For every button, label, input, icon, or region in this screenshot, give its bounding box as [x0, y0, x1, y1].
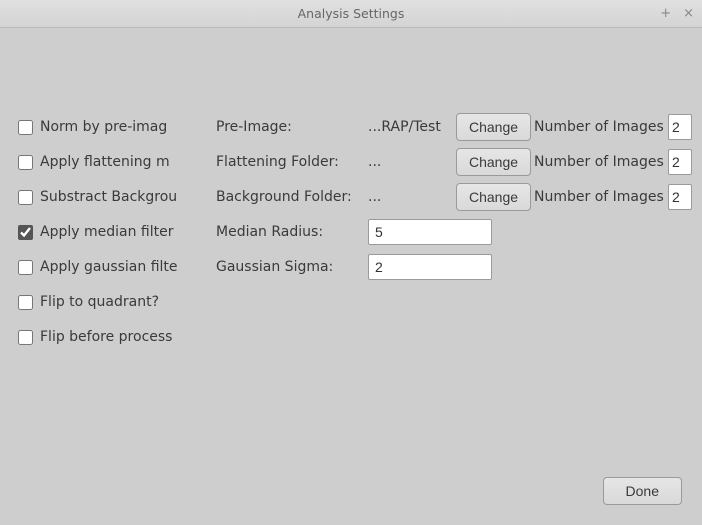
flip-quadrant-check[interactable] — [18, 295, 33, 310]
gaussian-filter-check[interactable] — [18, 260, 33, 275]
close-icon[interactable]: × — [683, 6, 694, 21]
flip-before-check[interactable] — [18, 330, 33, 345]
flattening-check[interactable] — [18, 155, 33, 170]
norm-preimage-label: Norm by pre-imag — [40, 119, 167, 135]
change-flattening-button[interactable]: Change — [456, 148, 531, 176]
bg-numlabel: Number of Images us — [534, 183, 690, 211]
median-filter-check[interactable] — [18, 225, 33, 240]
bg-path: ... — [368, 183, 448, 211]
flattening-param-label: Flattening Folder: — [216, 148, 376, 176]
flattening-path: ... — [368, 148, 448, 176]
gaussian-sigma-input[interactable] — [368, 254, 492, 280]
norm-preimage-check[interactable] — [18, 120, 33, 135]
titlebar: Analysis Settings + × — [0, 0, 702, 28]
median-filter-checkbox[interactable]: Apply median filter — [18, 224, 178, 240]
change-preimage-button[interactable]: Change — [456, 113, 531, 141]
window-title: Analysis Settings — [298, 6, 405, 21]
subtract-bg-check[interactable] — [18, 190, 33, 205]
preimage-param-label: Pre-Image: — [216, 113, 376, 141]
subtract-bg-checkbox[interactable]: Substract Backgrou — [18, 189, 178, 205]
gaussian-param-label: Gaussian Sigma: — [216, 253, 376, 281]
median-filter-label: Apply median filter — [40, 224, 173, 240]
flattening-numimages-input[interactable] — [668, 149, 692, 175]
window-controls: + × — [660, 0, 694, 27]
flattening-label: Apply flattening m — [40, 154, 170, 170]
flip-before-checkbox[interactable]: Flip before process — [18, 329, 178, 345]
flattening-checkbox[interactable]: Apply flattening m — [18, 154, 178, 170]
subtract-bg-label: Substract Backgrou — [40, 189, 177, 205]
done-button[interactable]: Done — [603, 477, 682, 505]
flattening-numlabel: Number of Images us — [534, 148, 690, 176]
bg-numimages-input[interactable] — [668, 184, 692, 210]
median-radius-input[interactable] — [368, 219, 492, 245]
median-param-label: Median Radius: — [216, 218, 376, 246]
preimage-numlabel: Number of Images us — [534, 113, 690, 141]
flip-before-label: Flip before process — [40, 329, 172, 345]
bg-param-label: Background Folder: — [216, 183, 376, 211]
preimage-numimages-input[interactable] — [668, 114, 692, 140]
change-bg-button[interactable]: Change — [456, 183, 531, 211]
gaussian-filter-label: Apply gaussian filte — [40, 259, 178, 275]
gaussian-filter-checkbox[interactable]: Apply gaussian filte — [18, 259, 178, 275]
preimage-path: ...RAP/Test — [368, 113, 448, 141]
norm-preimage-checkbox[interactable]: Norm by pre-imag — [18, 119, 178, 135]
flip-quadrant-checkbox[interactable]: Flip to quadrant? — [18, 294, 178, 310]
content-area: Norm by pre-imag Pre-Image: ...RAP/Test … — [0, 28, 702, 525]
flip-quadrant-label: Flip to quadrant? — [40, 294, 159, 310]
minimize-icon[interactable]: + — [660, 6, 671, 21]
